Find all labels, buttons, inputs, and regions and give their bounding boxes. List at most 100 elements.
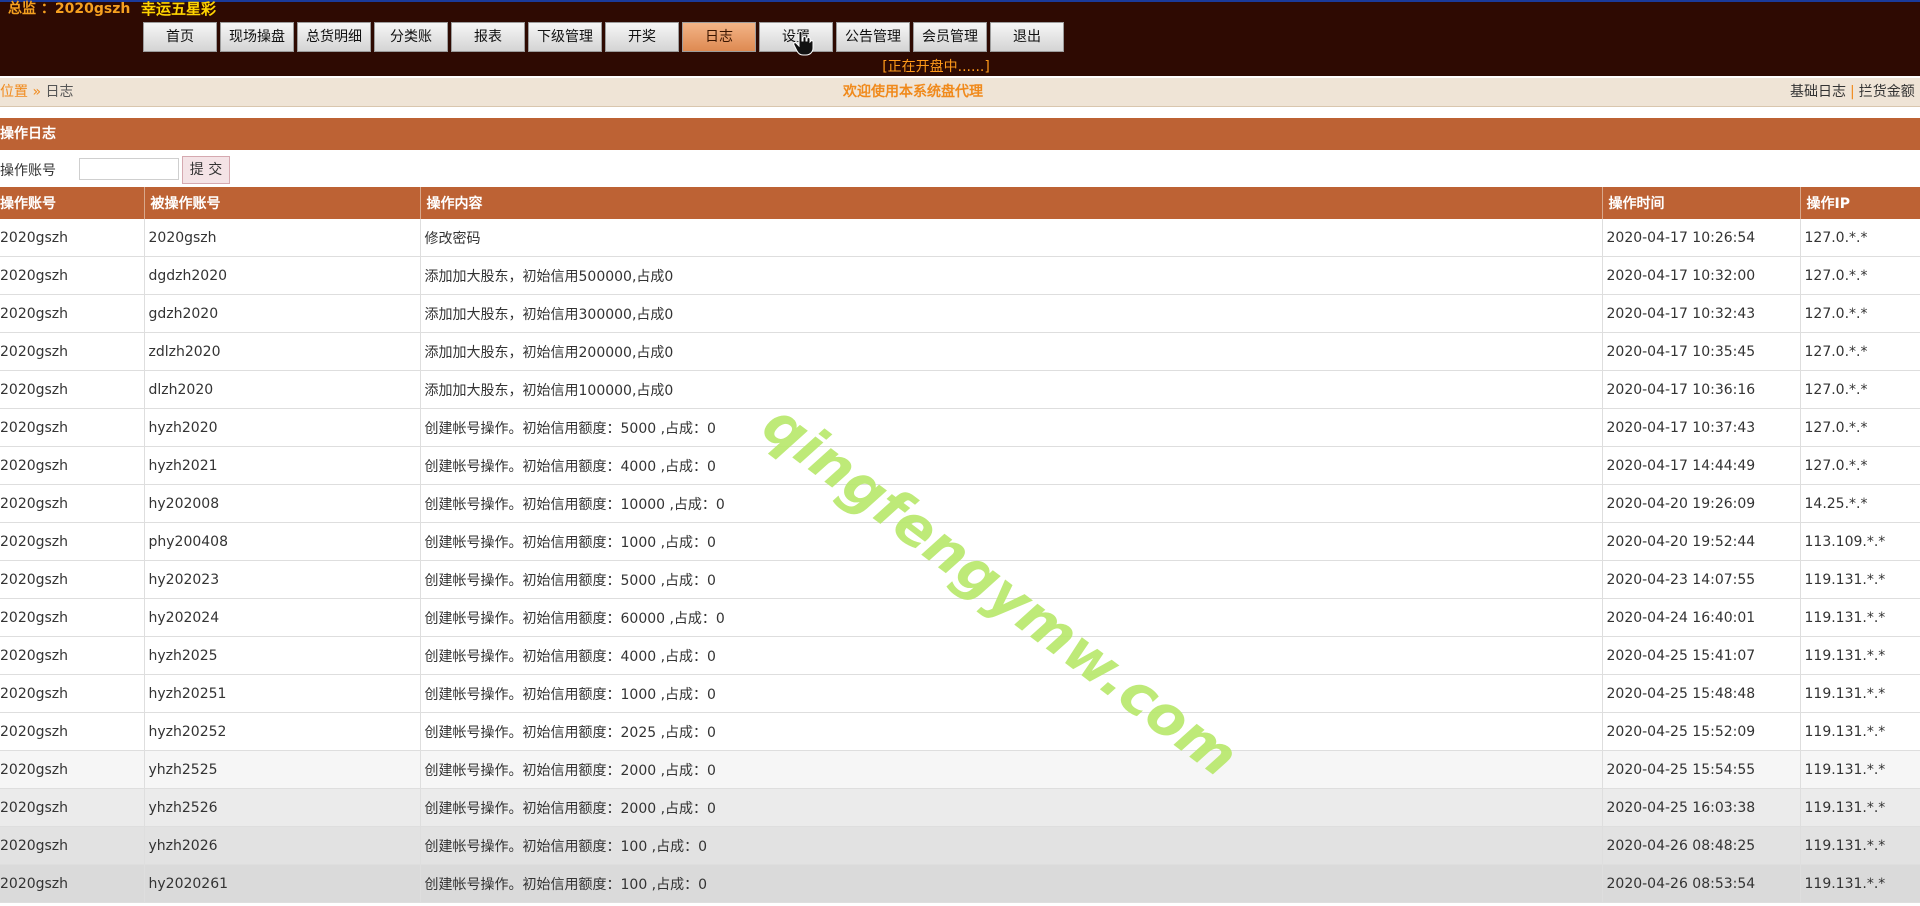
operation-ip-cell: 119.131.*.* [1799, 560, 1920, 599]
operation-ip-cell: 119.131.*.* [1799, 636, 1920, 675]
header-operation-ip: 操作IP [1799, 187, 1920, 219]
table-row: 2020gszh hy202023 创建帐号操作。初始信用额度：5000 ,占成：0… [0, 560, 1920, 599]
operation-ip-cell: 127.0.*.* [1799, 408, 1920, 447]
nav-button-1[interactable]: 现场操盘 [220, 22, 294, 52]
nav-button-5[interactable]: 下级管理 [528, 22, 602, 52]
operator-account-cell: 2020gszh [0, 484, 144, 523]
operation-content-cell: 创建帐号操作。初始信用额度：1000 ,占成：0 [419, 522, 1602, 561]
table-body: 2020gszh 2020gszh 修改密码 2020-04-17 10:26:54 1… [0, 219, 1920, 903]
nav-button-7[interactable]: 日志 [682, 22, 756, 52]
table-row: 2020gszh hyzh20252 创建帐号操作。初始信用额度：2025 ,占成：… [0, 712, 1920, 751]
table-row: 2020gszh hy202008 创建帐号操作。初始信用额度：10000 ,占成：… [0, 484, 1920, 523]
operator-account-input[interactable] [79, 158, 179, 180]
operator-account-cell: 2020gszh [0, 370, 144, 409]
section-title: 操作日志 [0, 118, 1920, 150]
operator-account-cell: 2020gszh [0, 788, 144, 827]
system-title: 幸运五星彩 [141, 0, 217, 18]
operation-content-cell: 创建帐号操作。初始信用额度：2000 ,占成：0 [419, 788, 1602, 827]
target-account-cell: phy200408 [143, 522, 420, 561]
nav-button-0[interactable]: 首页 [143, 22, 217, 52]
nav-button-9[interactable]: 公告管理 [836, 22, 910, 52]
operator-account-cell: 2020gszh [0, 598, 144, 637]
info-bar: 位置 » 日志 欢迎使用本系统盘代理 基础日志 | 拦货金额 [0, 78, 1920, 107]
operation-time-cell: 2020-04-17 10:36:16 [1601, 370, 1800, 409]
operation-time-cell: 2020-04-17 10:32:43 [1601, 294, 1800, 333]
header-target-account: 被操作账号 [143, 187, 420, 219]
welcome-message: 欢迎使用本系统盘代理 [843, 84, 983, 100]
operator-account-cell: 2020gszh [0, 294, 144, 333]
operator-account-cell: 2020gszh [0, 750, 144, 789]
nav-button-11[interactable]: 退出 [990, 22, 1064, 52]
target-account-cell: hyzh2025 [143, 636, 420, 675]
operation-ip-cell: 127.0.*.* [1799, 294, 1920, 333]
nav-button-10[interactable]: 会员管理 [913, 22, 987, 52]
operation-content-cell: 添加加大股东，初始信用100000,占成0 [419, 370, 1602, 409]
target-account-cell: hyzh2021 [143, 446, 420, 485]
submit-button[interactable]: 提 交 [182, 156, 230, 184]
nav-button-3[interactable]: 分类账 [374, 22, 448, 52]
target-account-cell: yhzh2525 [143, 750, 420, 789]
nav-button-4[interactable]: 报表 [451, 22, 525, 52]
operation-time-cell: 2020-04-20 19:26:09 [1601, 484, 1800, 523]
operation-ip-cell: 119.131.*.* [1799, 788, 1920, 827]
target-account-cell: zdlzh2020 [143, 332, 420, 371]
table-row: 2020gszh gdzh2020 添加加大股东，初始信用300000,占成0 202… [0, 294, 1920, 333]
operation-ip-cell: 127.0.*.* [1799, 256, 1920, 295]
operator-account-cell: 2020gszh [0, 826, 144, 865]
status-text: [正在开盘中......] [882, 59, 990, 75]
table-row: 2020gszh yhzh2526 创建帐号操作。初始信用额度：2000 ,占成：0… [0, 788, 1920, 827]
target-account-cell: gdzh2020 [143, 294, 420, 333]
table-row: 2020gszh hy202024 创建帐号操作。初始信用额度：60000 ,占成：… [0, 598, 1920, 637]
operation-ip-cell: 119.131.*.* [1799, 864, 1920, 903]
operator-account-cell: 2020gszh [0, 560, 144, 599]
operator-account-cell: 2020gszh [0, 332, 144, 371]
operation-time-cell: 2020-04-26 08:48:25 [1601, 826, 1800, 865]
operator-account-cell: 2020gszh [0, 636, 144, 675]
operator-account-cell: 2020gszh [0, 219, 144, 257]
hand-cursor-icon [793, 30, 814, 56]
operation-content-cell: 创建帐号操作。初始信用额度：1000 ,占成：0 [419, 674, 1602, 713]
nav-button-6[interactable]: 开奖 [605, 22, 679, 52]
operation-content-cell: 创建帐号操作。初始信用额度：100 ,占成：0 [419, 826, 1602, 865]
intercept-amount-link[interactable]: 拦货金额 [1859, 84, 1915, 100]
target-account-cell: hy202024 [143, 598, 420, 637]
filter-bar: 操作账号 提 交 [0, 154, 1920, 184]
header-operation-content: 操作内容 [419, 187, 1602, 219]
table-row: 2020gszh phy200408 创建帐号操作。初始信用额度：1000 ,占成：… [0, 522, 1920, 561]
header-operator-account: 操作账号 [0, 187, 144, 219]
operation-ip-cell: 119.131.*.* [1799, 750, 1920, 789]
operation-time-cell: 2020-04-17 14:44:49 [1601, 446, 1800, 485]
operation-ip-cell: 119.131.*.* [1799, 674, 1920, 713]
table-row: 2020gszh 2020gszh 修改密码 2020-04-17 10:26:54 1… [0, 219, 1920, 257]
header-operation-time: 操作时间 [1601, 187, 1800, 219]
operation-content-cell: 创建帐号操作。初始信用额度：5000 ,占成：0 [419, 408, 1602, 447]
operation-ip-cell: 119.131.*.* [1799, 598, 1920, 637]
operator-account-cell: 2020gszh [0, 674, 144, 713]
target-account-cell: dgdzh2020 [143, 256, 420, 295]
operator-account-label: 操作账号 [0, 163, 56, 179]
table-row: 2020gszh yhzh2525 创建帐号操作。初始信用额度：2000 ,占成：0… [0, 750, 1920, 789]
target-account-cell: hyzh20251 [143, 674, 420, 713]
operation-time-cell: 2020-04-25 15:52:09 [1601, 712, 1800, 751]
operation-ip-cell: 14.25.*.* [1799, 484, 1920, 523]
operation-ip-cell: 127.0.*.* [1799, 446, 1920, 485]
operation-time-cell: 2020-04-26 08:53:54 [1601, 864, 1800, 903]
operation-time-cell: 2020-04-17 10:32:00 [1601, 256, 1800, 295]
basic-log-link[interactable]: 基础日志 [1790, 84, 1846, 100]
target-account-cell: hyzh2020 [143, 408, 420, 447]
operation-content-cell: 创建帐号操作。初始信用额度：2025 ,占成：0 [419, 712, 1602, 751]
table-row: 2020gszh dgdzh2020 添加加大股东，初始信用500000,占成0 20… [0, 256, 1920, 295]
nav-button-2[interactable]: 总货明细 [297, 22, 371, 52]
table-header-row: 操作账号 被操作账号 操作内容 操作时间 操作IP [0, 187, 1920, 219]
table-row: 2020gszh hyzh2025 创建帐号操作。初始信用额度：4000 ,占成：0… [0, 636, 1920, 675]
target-account-cell: yhzh2526 [143, 788, 420, 827]
operation-content-cell: 创建帐号操作。初始信用额度：60000 ,占成：0 [419, 598, 1602, 637]
table-row: 2020gszh hyzh2021 创建帐号操作。初始信用额度：4000 ,占成：0… [0, 446, 1920, 485]
operation-content-cell: 添加加大股东，初始信用200000,占成0 [419, 332, 1602, 371]
operation-ip-cell: 127.0.*.* [1799, 370, 1920, 409]
operation-time-cell: 2020-04-17 10:35:45 [1601, 332, 1800, 371]
operator-account-cell: 2020gszh [0, 522, 144, 561]
operation-time-cell: 2020-04-24 16:40:01 [1601, 598, 1800, 637]
table-row: 2020gszh hyzh20251 创建帐号操作。初始信用额度：1000 ,占成：… [0, 674, 1920, 713]
operator-account-cell: 2020gszh [0, 864, 144, 903]
